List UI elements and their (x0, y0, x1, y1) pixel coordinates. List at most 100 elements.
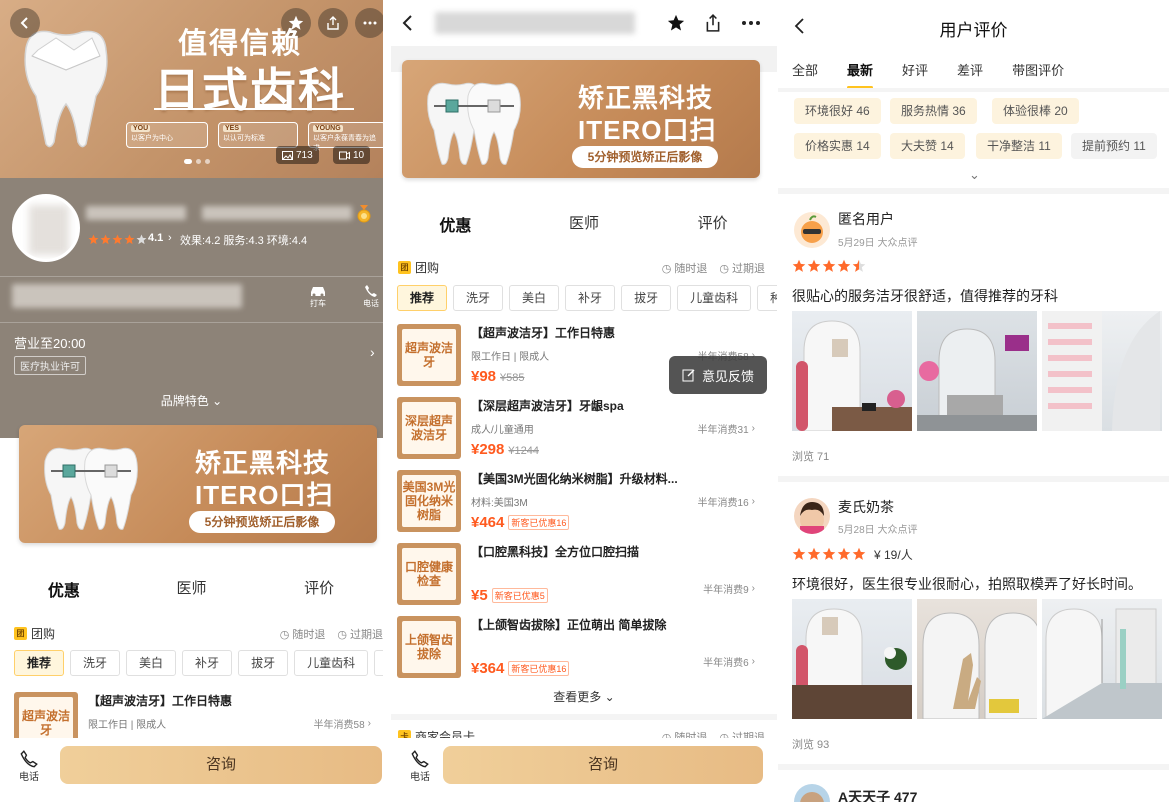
group-label: 团购 (31, 627, 56, 641)
tab-doctors[interactable]: 医师 (128, 577, 256, 601)
category-item[interactable]: 拔牙 (621, 285, 672, 311)
show-more-button[interactable]: 查看更多 ⌄ (391, 688, 777, 705)
category-item[interactable]: 美白 (509, 285, 560, 311)
call-button[interactable]: 电话 (356, 284, 383, 309)
photo-count-badge[interactable]: 713 (276, 146, 319, 164)
bottom-call-button[interactable]: 电话 (401, 750, 439, 783)
tab-latest[interactable]: 最新 (847, 60, 874, 89)
tab-positive[interactable]: 好评 (902, 60, 928, 79)
anonymous-avatar-icon (801, 215, 823, 243)
reviewer-avatar[interactable] (794, 784, 830, 802)
refund-expire: ◷过期退 (337, 628, 383, 642)
tab-reviews[interactable]: 评价 (648, 212, 777, 236)
deal-title: 【深层超声波洁牙】牙龈spa (471, 399, 624, 413)
price-current: ¥98 (471, 368, 497, 385)
share-button[interactable] (318, 8, 348, 38)
category-item[interactable]: 美白 (126, 650, 177, 676)
tab-with-photos[interactable]: 带图评价 (1012, 60, 1064, 79)
review-photo[interactable] (792, 311, 912, 431)
category-item[interactable]: 洗牙 (70, 650, 121, 676)
consult-button[interactable]: 咨询 (443, 746, 763, 784)
consult-button[interactable]: 咨询 (60, 746, 382, 784)
reviewer-name[interactable]: 匿名用户 (838, 209, 894, 229)
review-tag[interactable]: 干净整洁 11 (976, 133, 1062, 159)
more-button[interactable] (355, 8, 383, 38)
group-label: 团购 (415, 261, 440, 275)
share-icon[interactable] (705, 14, 721, 32)
tab-negative[interactable]: 差评 (957, 60, 983, 79)
check-circle-icon: ◷ (661, 262, 672, 275)
more-icon[interactable] (741, 20, 761, 26)
deal-subtitle: 成人/儿童通用 (471, 425, 534, 436)
reviewer-avatar[interactable] (794, 212, 830, 248)
tab-reviews[interactable]: 评价 (255, 577, 383, 601)
tab-all[interactable]: 全部 (792, 60, 818, 79)
deal-item[interactable]: 上颌智齿拔除 【上颌智齿拔除】正位萌出 简单拔除 半年消费6 › ¥364 新客已优惠16 (397, 616, 767, 688)
category-item[interactable]: 种 (757, 285, 777, 311)
shop-avatar (12, 194, 80, 262)
hours-chevron[interactable]: › (370, 344, 375, 360)
panel-reviews: 用户评价 全部 最新 好评 差评 带图评价 环境很好 46 服务热情 36 体验… (778, 0, 1169, 802)
hero-banner[interactable]: 值得信赖 日式齿科 YOU 以客户为中心 YES 以认可为标准 YOUNG 以客户永葆… (0, 0, 383, 178)
review-photo[interactable] (1042, 599, 1162, 719)
review-tag[interactable]: 提前预约 11 (1071, 133, 1157, 159)
category-item[interactable]: 儿童齿科 (294, 650, 369, 676)
reviewer-name[interactable]: 麦氏奶茶 (838, 497, 894, 517)
rating-star (792, 547, 806, 560)
deal-item[interactable]: 美国3M光固化纳米树脂 【美国3M光固化纳米树脂】升级材料... 材料:美国3M 半年… (397, 470, 767, 542)
category-item[interactable]: 补牙 (565, 285, 616, 311)
review-photo[interactable] (917, 311, 1037, 431)
promo-banner[interactable]: 矫正黑科技 ITERO口扫 5分钟预览矫正后影像 (402, 60, 760, 178)
brand-features-label: 品牌特色 (160, 394, 209, 408)
review-photo[interactable] (1042, 311, 1162, 431)
review-photo[interactable] (917, 599, 1037, 719)
deal-price: ¥464 新客已优惠16 (471, 514, 570, 531)
deal-price: ¥5 新客已优惠5 (471, 587, 548, 604)
back-icon[interactable] (401, 15, 415, 31)
review-tag[interactable]: 体验很棒 20 (992, 98, 1079, 124)
category-item[interactable]: 儿童齿科 (677, 285, 752, 311)
tab-offers[interactable]: 优惠 (0, 577, 128, 601)
video-count-badge[interactable]: 10 (333, 146, 371, 164)
tab-doctors[interactable]: 医师 (520, 212, 649, 236)
feedback-button[interactable]: 意见反馈 (669, 356, 767, 394)
review-text: 环境很好，医生很专业很耐心，拍照取模弄了好长时间。 (792, 576, 1142, 592)
deal-title: 【口腔黑科技】全方位口腔扫描 (471, 545, 640, 559)
deal-item[interactable]: 深层超声波洁牙 【深层超声波洁牙】牙龈spa 成人/儿童通用 半年消费31 › ¥298 ¥… (397, 397, 767, 469)
review-photo[interactable] (792, 599, 912, 719)
reviewer-name[interactable]: A天天子 477 (838, 787, 917, 802)
review-tag[interactable]: 服务热情 36 (890, 98, 977, 124)
category-item[interactable]: 推荐 (14, 650, 65, 676)
deal-title: 【美国3M光固化纳米树脂】升级材料... (471, 472, 678, 486)
tab-offers[interactable]: 优惠 (391, 212, 520, 236)
hero-title-2: 日式齿科 (154, 64, 346, 116)
shop-info: 4.1 › 效果:4.2 服务:4.3 环境:4.4 打车 电话 营业至20:0… (0, 178, 383, 438)
category-item[interactable]: 拔牙 (238, 650, 289, 676)
category-item[interactable]: 洗牙 (453, 285, 504, 311)
discount-badge: 新客已优惠5 (491, 588, 548, 603)
deal-item[interactable]: 口腔健康检查 【口腔黑科技】全方位口腔扫描 半年消费9 › ¥5 新客已优惠5 (397, 543, 767, 615)
check-circle-icon: ◷ (279, 628, 290, 641)
category-filter: 推荐 洗牙 美白 补牙 拔牙 儿童齿科 种 (14, 650, 383, 676)
reviewer-avatar[interactable] (794, 498, 830, 534)
star-icon[interactable] (667, 14, 685, 32)
promo-banner[interactable]: 矫正黑科技 ITERO口扫 5分钟预览矫正后影像 (19, 425, 377, 543)
phone-icon (365, 285, 377, 297)
chevron-right-icon: › (751, 656, 755, 667)
deal-thumbnail: 深层超声波洁牙 (397, 397, 461, 459)
bottom-call-button[interactable]: 电话 (10, 750, 48, 783)
expand-tags-icon[interactable]: ⌄ (969, 167, 980, 183)
back-button[interactable] (10, 8, 40, 38)
taxi-button[interactable]: 打车 (303, 284, 333, 309)
brand-features-toggle[interactable]: 品牌特色 ⌄ (0, 392, 383, 409)
category-item[interactable]: 补牙 (182, 650, 233, 676)
tooth-illustration (24, 30, 108, 148)
review-tag[interactable]: 价格实惠 14 (794, 133, 881, 159)
deal-title: 【超声波洁牙】工作日特惠 (471, 326, 616, 340)
license-badge[interactable]: 医疗执业许可 (14, 356, 86, 375)
deal-sold: 半年消费9 › (703, 583, 755, 596)
review-tag[interactable]: 大夫赞 14 (890, 133, 965, 159)
category-item[interactable]: 推荐 (397, 285, 448, 311)
category-item[interactable]: 种 (374, 650, 383, 676)
review-tag[interactable]: 环境很好 46 (794, 98, 881, 124)
